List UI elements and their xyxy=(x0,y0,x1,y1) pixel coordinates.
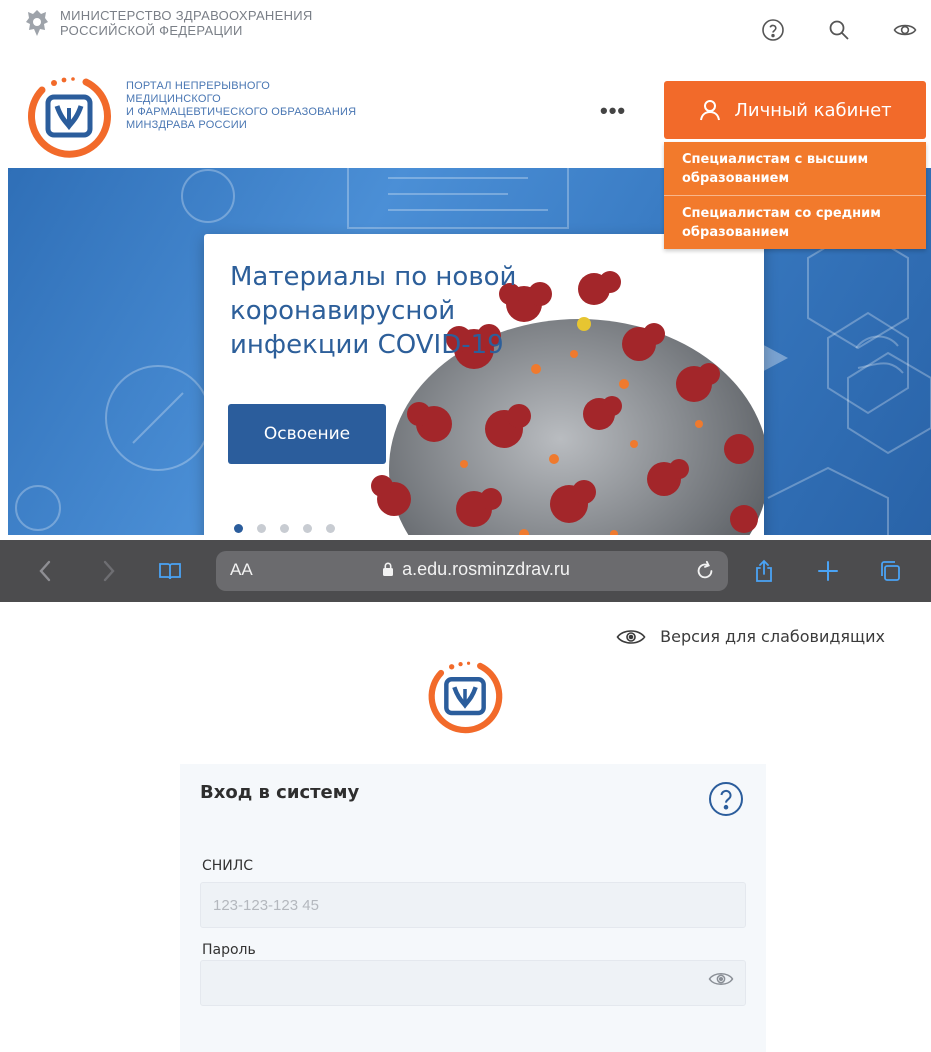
forward-icon[interactable] xyxy=(96,559,120,583)
password-label: Пароль xyxy=(202,942,256,958)
share-icon[interactable] xyxy=(752,559,776,583)
ministry-header[interactable]: МИНИСТЕРСТВО ЗДРАВООХРАНЕНИЯ РОССИЙСКОЙ … xyxy=(24,8,313,38)
tabs-icon[interactable] xyxy=(878,559,902,583)
menu-item-secondary-education[interactable]: Специалистам со средним образованием xyxy=(664,196,926,249)
hero-slide-card: Материалы по новой коронавирусной инфекц… xyxy=(204,234,764,535)
pager-dot[interactable] xyxy=(257,524,266,533)
portal-title[interactable]: ПОРТАЛ НЕПРЕРЫВНОГО МЕДИЦИНСКОГО И ФАРМА… xyxy=(126,80,356,132)
ministry-line-1: МИНИСТЕРСТВО ЗДРАВООХРАНЕНИЯ xyxy=(60,8,313,23)
pager-dot[interactable] xyxy=(303,524,312,533)
personal-cabinet-dropdown: Специалистам с высшим образованием Специ… xyxy=(664,142,926,249)
text-size-label: AA xyxy=(230,560,253,579)
login-form: Вход в систему СНИЛС Пароль xyxy=(180,764,766,1052)
portal-title-line: И ФАРМАЦЕВТИЧЕСКОГО ОБРАЗОВАНИЯ xyxy=(126,106,357,118)
portal-screenshot: МИНИСТЕРСТВО ЗДРАВООХРАНЕНИЯ РОССИЙСКОЙ … xyxy=(0,0,931,535)
ministry-line-2: РОССИЙСКОЙ ФЕДЕРАЦИИ xyxy=(60,23,243,38)
hero-heading-line: Материалы по новой xyxy=(230,262,517,292)
eye-icon xyxy=(616,629,646,644)
login-title: Вход в систему xyxy=(200,782,360,803)
portal-logo-icon xyxy=(428,661,503,734)
hero-heading-line: инфекции COVID-19 xyxy=(230,330,504,360)
pager-dot[interactable] xyxy=(326,524,335,533)
hero-cta-button[interactable]: Освоение xyxy=(228,404,386,464)
snils-label: СНИЛС xyxy=(202,858,254,874)
menu-item-higher-education[interactable]: Специалистам с высшим образованием xyxy=(664,142,926,196)
back-icon[interactable] xyxy=(34,559,58,583)
lock-icon xyxy=(383,562,394,576)
pager-dot[interactable] xyxy=(234,524,243,533)
portal-title-line: ПОРТАЛ НЕПРЕРЫВНОГО xyxy=(126,80,270,92)
low-vision-version-link[interactable]: Версия для слабовидящих xyxy=(616,627,885,646)
show-password-icon[interactable] xyxy=(708,970,734,988)
user-icon xyxy=(700,100,721,121)
hero-slide-pager xyxy=(234,524,335,533)
snils-input[interactable] xyxy=(200,882,746,928)
hero-heading-line: коронавирусной xyxy=(230,296,456,326)
text-size-button[interactable]: AA xyxy=(230,560,253,580)
reload-icon[interactable] xyxy=(694,560,716,582)
browser-toolbar: AA a.edu.rosminzdrav.ru xyxy=(0,540,931,602)
portal-logo-icon[interactable] xyxy=(24,72,114,162)
top-toolbar xyxy=(761,18,917,42)
url-display[interactable]: a.edu.rosminzdrav.ru xyxy=(346,559,606,580)
url-text: a.edu.rosminzdrav.ru xyxy=(402,559,570,579)
ministry-name: МИНИСТЕРСТВО ЗДРАВООХРАНЕНИЯ РОССИЙСКОЙ … xyxy=(60,8,313,38)
eye-icon[interactable] xyxy=(893,18,917,42)
low-vision-label: Версия для слабовидящих xyxy=(660,627,885,646)
coat-of-arms-icon xyxy=(26,10,48,36)
more-menu-button[interactable]: ••• xyxy=(600,100,626,122)
personal-cabinet-label: Личный кабинет xyxy=(734,99,892,121)
hero-heading: Материалы по новой коронавирусной инфекц… xyxy=(230,260,550,362)
address-bar[interactable]: AA a.edu.rosminzdrav.ru xyxy=(216,551,728,591)
search-icon[interactable] xyxy=(827,18,851,42)
help-icon[interactable] xyxy=(708,781,744,817)
pager-dot[interactable] xyxy=(280,524,289,533)
personal-cabinet-button[interactable]: Личный кабинет xyxy=(664,81,926,139)
help-icon[interactable] xyxy=(761,18,785,42)
new-tab-icon[interactable] xyxy=(816,559,840,583)
portal-title-line: МИНЗДРАВА РОССИИ xyxy=(126,119,247,131)
login-screenshot: AA a.edu.rosminzdrav.ru Версия для слабо… xyxy=(0,540,931,1052)
password-input[interactable] xyxy=(200,960,746,1006)
bookmarks-icon[interactable] xyxy=(158,559,182,583)
portal-title-line: МЕДИЦИНСКОГО xyxy=(126,93,221,105)
